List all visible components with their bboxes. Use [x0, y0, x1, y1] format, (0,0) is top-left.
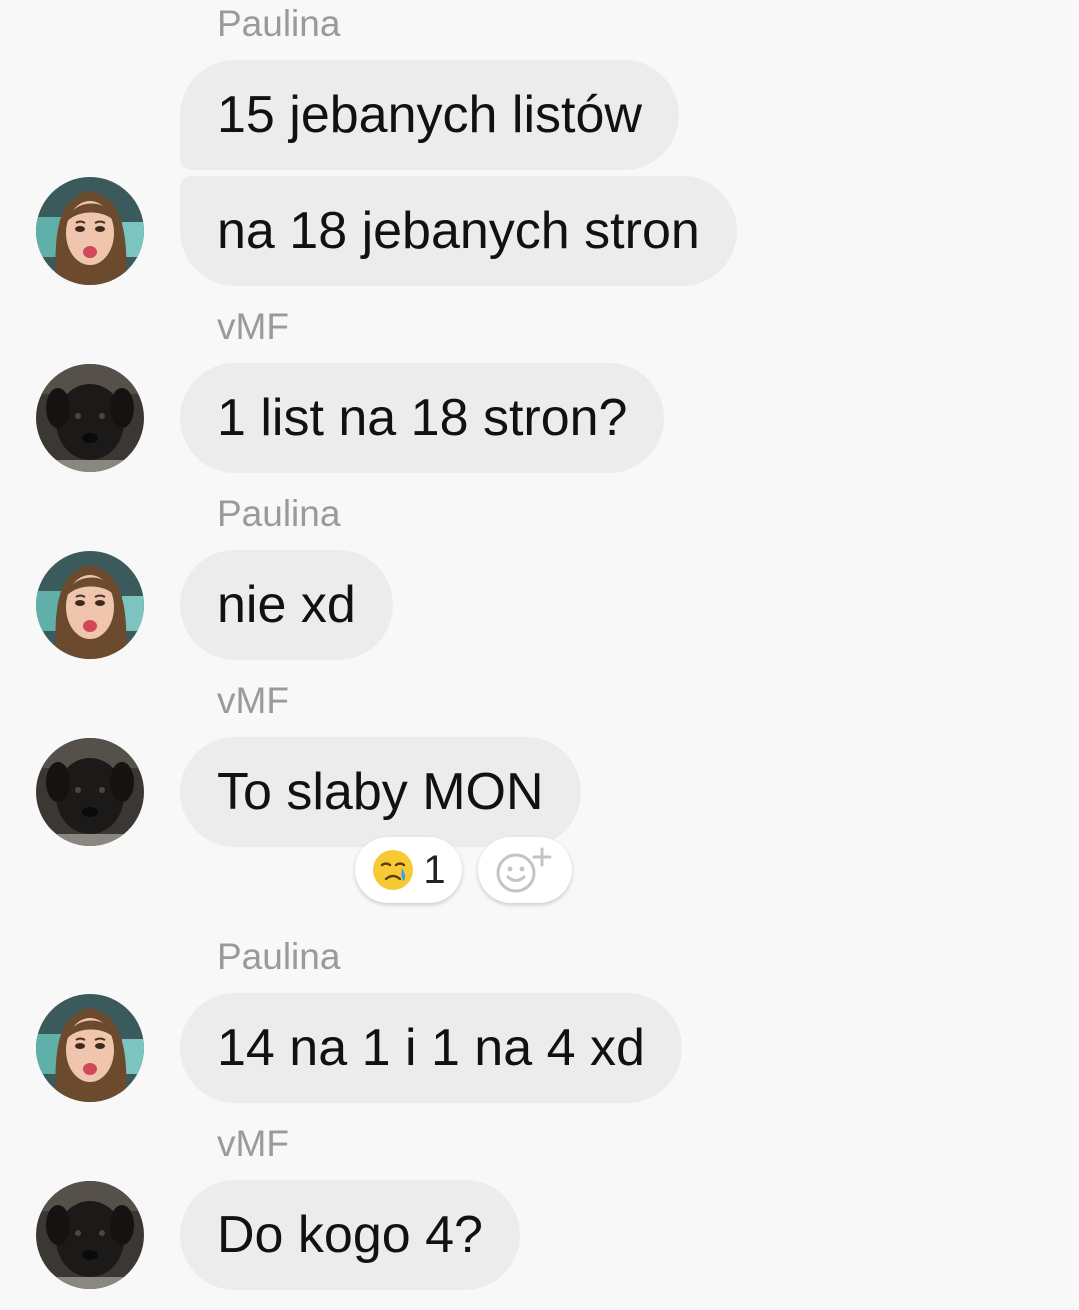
reaction-pill[interactable]: 1: [355, 837, 462, 903]
message-text: Do kogo 4?: [217, 1206, 483, 1264]
message-bubble[interactable]: 14 na 1 i 1 na 4 xd: [180, 993, 682, 1103]
message-bubble[interactable]: na 18 jebanych stron: [180, 176, 737, 286]
sender-name: Paulina: [217, 493, 341, 534]
message-bubble[interactable]: Do kogo 4?: [180, 1180, 520, 1290]
add-reaction-button[interactable]: [478, 837, 572, 903]
reaction-count: 1: [423, 847, 446, 892]
avatar-paulina[interactable]: [36, 177, 144, 285]
message-bubble[interactable]: To slaby MON: [180, 737, 581, 847]
message-bubble[interactable]: 1 list na 18 stron?: [180, 363, 665, 473]
crying-face-emoji-icon: [373, 850, 414, 890]
message-thread: Paulina 15 jebanych listów na 18 jebanyc…: [0, 0, 1079, 1310]
sender-name: Paulina: [217, 3, 341, 44]
avatar-paulina-image: [36, 551, 144, 659]
message-text: 15 jebanych listów: [217, 86, 642, 144]
sender-name: Paulina: [217, 936, 341, 977]
avatar-vmf-image: [36, 1181, 144, 1289]
avatar-paulina-image: [36, 177, 144, 285]
avatar-vmf[interactable]: [36, 364, 144, 472]
message-text: 14 na 1 i 1 na 4 xd: [217, 1019, 645, 1077]
message-bubble[interactable]: 15 jebanych listów: [180, 60, 679, 170]
avatar-paulina[interactable]: [36, 994, 144, 1102]
sender-name: vMF: [217, 1123, 289, 1164]
message-bubble[interactable]: nie xd: [180, 550, 393, 660]
sender-name: vMF: [217, 306, 289, 347]
avatar-paulina-image: [36, 994, 144, 1102]
avatar-vmf-image: [36, 738, 144, 846]
message-text: 1 list na 18 stron?: [217, 389, 628, 447]
message-text: nie xd: [217, 576, 356, 634]
add-reaction-icon: [496, 847, 552, 893]
message-text: To slaby MON: [217, 763, 544, 821]
avatar-vmf[interactable]: [36, 1181, 144, 1289]
avatar-vmf[interactable]: [36, 738, 144, 846]
avatar-vmf-image: [36, 364, 144, 472]
sender-name: vMF: [217, 680, 289, 721]
avatar-paulina[interactable]: [36, 551, 144, 659]
message-text: na 18 jebanych stron: [217, 202, 700, 260]
